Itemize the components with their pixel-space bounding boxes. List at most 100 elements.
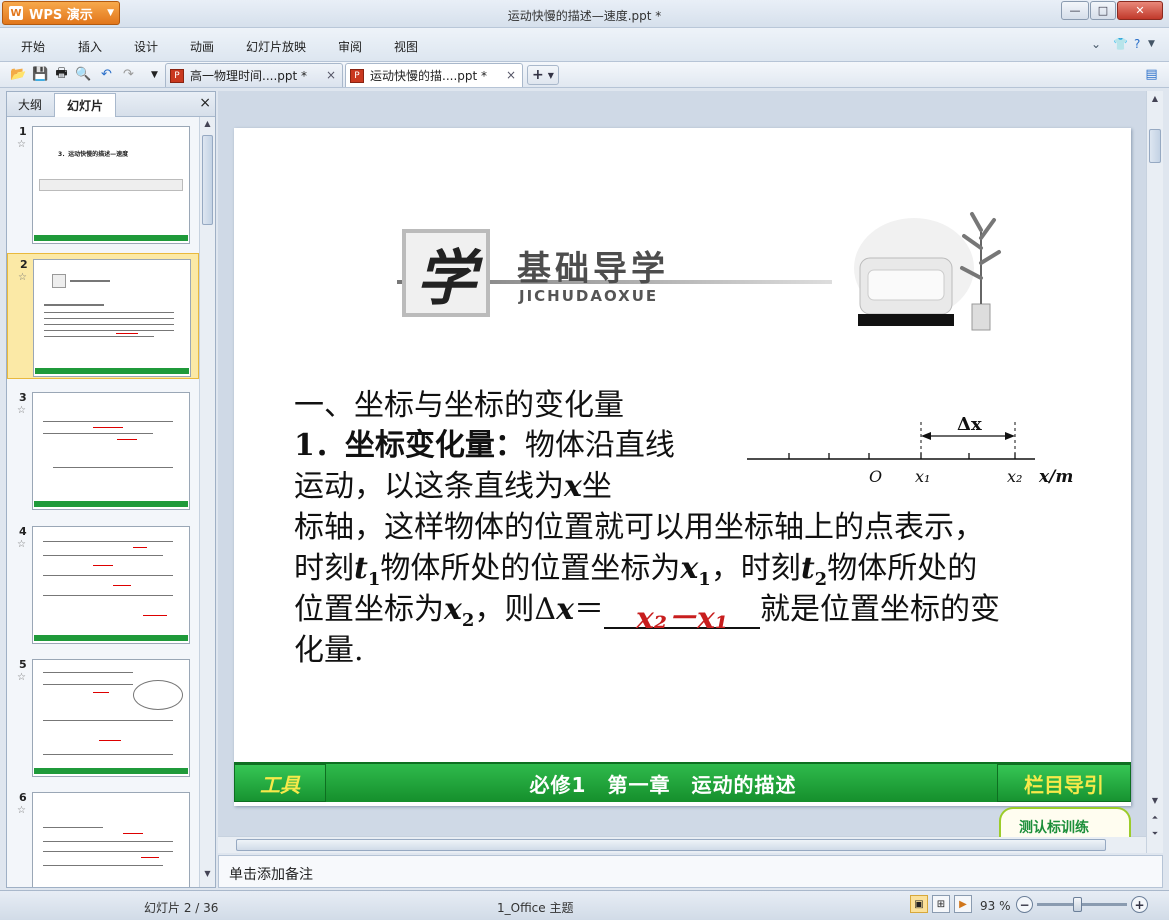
animation-star-icon: ☆ — [17, 672, 26, 683]
editor-vertical-scrollbar[interactable]: ▲ ▼ ⏶ ⏷ — [1146, 91, 1163, 853]
menu-bar: 开始 插入 设计 动画 幻灯片放映 审阅 视图 ⌄ 👕 ? ▼ — [0, 28, 1169, 62]
tab-slides[interactable]: 幻灯片 — [54, 93, 117, 117]
zoom-in-icon[interactable]: + — [1131, 896, 1148, 913]
slide-footer: 工具 必修1 第一章 运动的描述 栏目导引 — [234, 762, 1131, 802]
zoom-slider[interactable] — [1037, 903, 1127, 906]
redo-icon[interactable]: ↷ — [120, 66, 137, 83]
footer-chapter: 必修1 第一章 运动的描述 — [529, 772, 797, 797]
menu-insert[interactable]: 插入 — [78, 38, 102, 55]
undo-icon[interactable]: ↶ — [98, 66, 115, 83]
body-line-7: 化量. — [294, 633, 364, 668]
menu-animation[interactable]: 动画 — [190, 38, 214, 55]
menu-view[interactable]: 视图 — [394, 38, 418, 55]
slide-panel-tabs: 大纲 幻灯片 × — [7, 92, 215, 117]
sofa-plant-illustration — [854, 212, 1001, 331]
menu-start[interactable]: 开始 — [21, 38, 45, 55]
slide-thumbnail-6[interactable]: 6 ☆ — [7, 787, 199, 887]
item-text: 物体沿直线 — [524, 428, 675, 463]
slide-sorter-icon[interactable]: ⊞ — [932, 895, 950, 913]
tools-button[interactable]: 工具 — [234, 764, 326, 802]
slide-number: 6 — [19, 791, 27, 804]
x1-label: x₁ — [915, 467, 930, 486]
slide-preview — [32, 526, 190, 644]
notes-placeholder: 单击添加备注 — [229, 867, 313, 883]
axis-label: x/m — [1038, 467, 1073, 487]
slide-thumbnail-1[interactable]: 1 ☆ 3．运动快慢的描述—速度 — [7, 121, 199, 247]
animation-star-icon: ☆ — [17, 539, 26, 550]
print-icon[interactable]: 🖶 — [53, 66, 70, 83]
slide-panel-scrollbar[interactable]: ▲ ▼ — [199, 117, 215, 887]
print-preview-icon[interactable]: 🔍 — [75, 66, 92, 83]
scroll-down-icon[interactable]: ▼ — [1147, 796, 1163, 805]
help-icon[interactable]: ? — [1134, 37, 1140, 51]
slide-thumbnail-3[interactable]: 3 ☆ — [7, 387, 199, 513]
scroll-up-icon[interactable]: ▲ — [200, 119, 215, 135]
ppt-file-icon: P — [170, 68, 184, 83]
close-tab-icon[interactable]: × — [506, 68, 516, 82]
delta-x-label: Δx — [957, 414, 982, 435]
status-bar: 幻灯片 2 / 36 1_Office 主题 ▣ ⊞ ▶ 93 % − + — [0, 890, 1169, 920]
section-nav-button[interactable]: 栏目导引 — [997, 764, 1131, 802]
answer-blank: x₂－x₁ — [603, 593, 760, 636]
shirt-icon[interactable]: 👕 — [1113, 37, 1128, 51]
header-pinyin: JICHUDAOXUE — [519, 287, 659, 305]
document-title: 运动快慢的描述—速度.ppt * — [507, 9, 662, 23]
current-slide[interactable]: 学 基础导学 JICHUDAOXUE 一、坐标与坐标的变化量 1．坐标变化量：物… — [234, 128, 1131, 806]
coordinate-axis-diagram: Δx O x₁ x₂ x/m — [747, 414, 1073, 487]
slide-preview: 3．运动快慢的描述—速度 — [32, 126, 190, 244]
ppt-file-icon: P — [350, 68, 364, 83]
slide-thumbnail-2[interactable]: 2 ☆ — [7, 253, 199, 379]
next-slide-icon[interactable]: ⏷ — [1147, 829, 1163, 839]
slide-number: 4 — [19, 525, 27, 538]
new-tab-button[interactable]: + ▼ — [527, 65, 559, 85]
zoom-slider-handle[interactable] — [1073, 897, 1082, 912]
menu-review[interactable]: 审阅 — [338, 38, 362, 55]
animation-star-icon: ☆ — [18, 272, 27, 283]
scroll-thumb[interactable] — [236, 839, 1106, 851]
doc-tab-1[interactable]: P 高一物理时间....ppt * × — [165, 63, 343, 87]
zoom-level: 93 % — [980, 899, 1011, 913]
menu-design[interactable]: 设计 — [134, 38, 158, 55]
menu-slideshow[interactable]: 幻灯片放映 — [246, 38, 306, 55]
normal-view-icon[interactable]: ▣ — [910, 895, 928, 913]
body-line-4: 标轴，这样物体的位置就可以用坐标轴上的点表示， — [294, 510, 984, 545]
scroll-down-icon[interactable]: ▼ — [200, 869, 215, 885]
help-dropdown-icon[interactable]: ▼ — [1148, 39, 1155, 49]
scroll-thumb[interactable] — [202, 135, 213, 225]
panel-layout-icon[interactable]: ▤ — [1143, 66, 1160, 83]
dropdown-icon[interactable]: ▼ — [146, 66, 163, 83]
doc-tab-2[interactable]: P 运动快慢的描....ppt * × — [345, 63, 523, 87]
doc-tab-label: 高一物理时间....ppt * — [190, 69, 308, 83]
zoom-out-icon[interactable]: − — [1016, 896, 1033, 913]
slide-number: 1 — [19, 125, 27, 138]
animation-star-icon: ☆ — [17, 805, 26, 816]
theme-name: 1_Office 主题 — [497, 901, 574, 915]
slide-thumbnail-list: 1 ☆ 3．运动快慢的描述—速度 2 ☆ 3 ☆ 4 ☆ 5 ☆ 6 ☆ — [7, 117, 199, 887]
maximize-button[interactable]: □ — [1090, 1, 1116, 20]
slide-counter: 幻灯片 2 / 36 — [144, 901, 219, 915]
editor-horizontal-scrollbar[interactable] — [218, 836, 1146, 853]
slide-thumbnail-5[interactable]: 5 ☆ — [7, 654, 199, 780]
header-logo: 学 — [402, 229, 490, 317]
close-window-button[interactable]: ✕ — [1117, 1, 1163, 20]
close-tab-icon[interactable]: × — [326, 68, 336, 82]
chevron-down-icon[interactable]: ⌄ — [1091, 37, 1101, 51]
close-icon[interactable]: × — [199, 95, 211, 111]
slide-thumbnail-4[interactable]: 4 ☆ — [7, 521, 199, 647]
tab-outline[interactable]: 大纲 — [18, 96, 42, 113]
previous-slide-icon[interactable]: ⏶ — [1147, 813, 1163, 823]
body-line-3: 运动，以这条直线为x坐 — [294, 469, 612, 504]
slideshow-icon[interactable]: ▶ — [954, 895, 972, 913]
open-folder-icon[interactable]: 📂 — [10, 66, 27, 83]
title-bar: W WPS 演示 ▼ 运动快慢的描述—速度.ppt * — □ ✕ — [0, 0, 1169, 28]
animation-star-icon: ☆ — [17, 405, 26, 416]
body-line-5: 时刻t1物体所处的位置坐标为x1，时刻t2物体所处的 — [294, 551, 978, 590]
scroll-up-icon[interactable]: ▲ — [1147, 94, 1163, 103]
notes-pane[interactable]: 单击添加备注 — [218, 855, 1163, 888]
minimize-button[interactable]: — — [1061, 1, 1089, 20]
save-icon[interactable]: 💾 — [32, 66, 49, 83]
slide-number: 5 — [19, 658, 27, 671]
slide-panel: 大纲 幻灯片 × 1 ☆ 3．运动快慢的描述—速度 2 ☆ 3 ☆ 4 ☆ 5 … — [6, 91, 216, 888]
scroll-thumb[interactable] — [1149, 129, 1161, 163]
origin-label: O — [869, 467, 882, 486]
